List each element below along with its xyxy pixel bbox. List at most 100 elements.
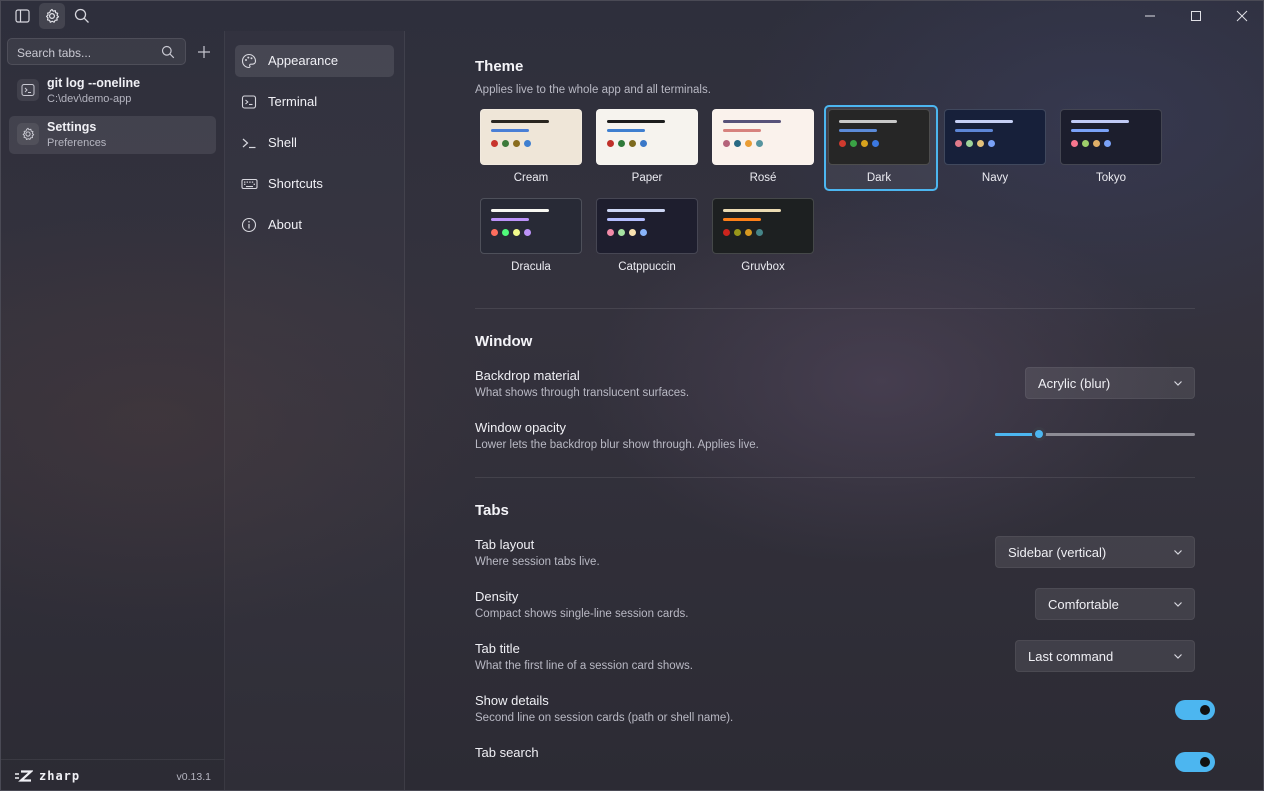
keyboard-icon: [240, 175, 258, 193]
session-card-settings[interactable]: Settings Preferences: [9, 116, 216, 154]
window-section-title: Window: [475, 333, 533, 350]
swatch-bar: [491, 120, 549, 123]
toggle-knob: [1200, 757, 1210, 767]
theme-card-gruvbox[interactable]: Gruvbox: [712, 198, 820, 280]
theme-card-paper[interactable]: Paper: [596, 109, 704, 191]
sidebar-toggle-icon: [14, 9, 30, 23]
nav-item-terminal[interactable]: Terminal: [235, 86, 394, 118]
swatch-dot: [745, 140, 752, 147]
swatch-dot: [955, 140, 962, 147]
new-tab-button[interactable]: [193, 41, 215, 63]
nav-item-shell[interactable]: Shell: [235, 127, 394, 159]
brand-name: zharp: [39, 769, 81, 783]
density-label: Density: [475, 589, 519, 604]
swatch-dot: [640, 229, 647, 236]
gear-icon: [45, 8, 60, 23]
nav-label: About: [268, 217, 302, 232]
swatch-dots: [955, 140, 995, 147]
theme-name: Dracula: [511, 261, 551, 273]
swatch-dot: [988, 140, 995, 147]
swatch-dot: [1082, 140, 1089, 147]
theme-card-dracula[interactable]: Dracula: [480, 198, 588, 280]
swatch-dot: [977, 140, 984, 147]
theme-card-cream[interactable]: Cream: [480, 109, 588, 191]
chevron-down-icon: [1174, 602, 1182, 607]
opacity-desc: Lower lets the backdrop blur show throug…: [475, 439, 759, 451]
swatch-dot: [756, 229, 763, 236]
slider-thumb[interactable]: [1032, 427, 1046, 441]
density-select[interactable]: Comfortable: [1035, 588, 1195, 620]
show-details-desc: Second line on session cards (path or sh…: [475, 712, 734, 724]
swatch-bar: [491, 129, 529, 132]
show-details-toggle[interactable]: [1175, 700, 1215, 720]
swatch-dot: [502, 229, 509, 236]
search-icon: [74, 8, 89, 23]
swatch-dot: [966, 140, 973, 147]
theme-swatch: [944, 109, 1046, 165]
tab-search-toggle[interactable]: [1175, 752, 1215, 772]
search-button[interactable]: [69, 3, 95, 29]
maximize-button[interactable]: [1173, 1, 1219, 31]
density-value: Comfortable: [1048, 597, 1119, 612]
minimize-icon: [1145, 15, 1155, 17]
maximize-icon: [1191, 11, 1201, 21]
theme-card-dark[interactable]: Dark: [824, 105, 938, 191]
tab-layout-value: Sidebar (vertical): [1008, 545, 1107, 560]
plus-icon: [198, 46, 210, 58]
nav-item-shortcuts[interactable]: Shortcuts: [235, 168, 394, 200]
swatch-dot: [513, 229, 520, 236]
swatch-bar: [723, 218, 761, 221]
swatch-dot: [629, 229, 636, 236]
tab-title-select[interactable]: Last command: [1015, 640, 1195, 672]
theme-name: Paper: [631, 172, 663, 184]
swatch-dots: [491, 140, 531, 147]
session-subtitle: Preferences: [47, 137, 107, 149]
tab-layout-label: Tab layout: [475, 537, 535, 552]
info-icon: [240, 216, 258, 234]
swatch-dot: [723, 229, 730, 236]
theme-card-ros[interactable]: Rosé: [712, 109, 820, 191]
swatch-dot: [734, 229, 741, 236]
swatch-dot: [1104, 140, 1111, 147]
nav-item-about[interactable]: About: [235, 209, 394, 241]
swatch-dot: [618, 140, 625, 147]
opacity-slider[interactable]: [995, 427, 1195, 441]
swatch-dot: [734, 140, 741, 147]
swatch-dot: [607, 229, 614, 236]
tab-title-value: Last command: [1028, 649, 1114, 664]
swatch-dot: [850, 140, 857, 147]
close-button[interactable]: [1219, 1, 1263, 31]
swatch-dot: [723, 140, 730, 147]
nav-item-appearance[interactable]: Appearance: [235, 45, 394, 77]
swatch-dots: [1071, 140, 1111, 147]
tab-search-input[interactable]: Search tabs...: [7, 38, 186, 65]
swatch-dot: [1093, 140, 1100, 147]
chevron-down-icon: [1174, 381, 1182, 386]
swatch-dot: [607, 140, 614, 147]
swatch-dot: [513, 140, 520, 147]
divider: [475, 477, 1195, 478]
swatch-dots: [839, 140, 879, 147]
swatch-dots: [607, 140, 647, 147]
nav-label: Shell: [268, 135, 297, 150]
theme-card-catppuccin[interactable]: Catppuccin: [596, 198, 704, 280]
theme-name: Catppuccin: [618, 261, 676, 273]
session-title: Settings: [47, 120, 97, 134]
session-card[interactable]: git log --oneline C:\dev\demo-app: [9, 72, 216, 110]
theme-card-navy[interactable]: Navy: [944, 109, 1052, 191]
swatch-bar: [955, 129, 993, 132]
nav-label: Terminal: [268, 94, 318, 109]
swatch-dot: [861, 140, 868, 147]
minimize-button[interactable]: [1127, 1, 1173, 31]
settings-button[interactable]: [39, 3, 65, 29]
sessions-sidebar: Search tabs... git log --oneline C:\dev\…: [1, 31, 225, 790]
swatch-bar: [839, 129, 877, 132]
theme-card-tokyo[interactable]: Tokyo: [1060, 109, 1168, 191]
backdrop-select[interactable]: Acrylic (blur): [1025, 367, 1195, 399]
sidebar-toggle-button[interactable]: [9, 3, 35, 29]
theme-swatch: [828, 109, 930, 165]
tab-layout-select[interactable]: Sidebar (vertical): [995, 536, 1195, 568]
theme-name: Rosé: [749, 172, 777, 184]
zharp-logo-icon: [15, 770, 33, 782]
swatch-dots: [607, 229, 647, 236]
